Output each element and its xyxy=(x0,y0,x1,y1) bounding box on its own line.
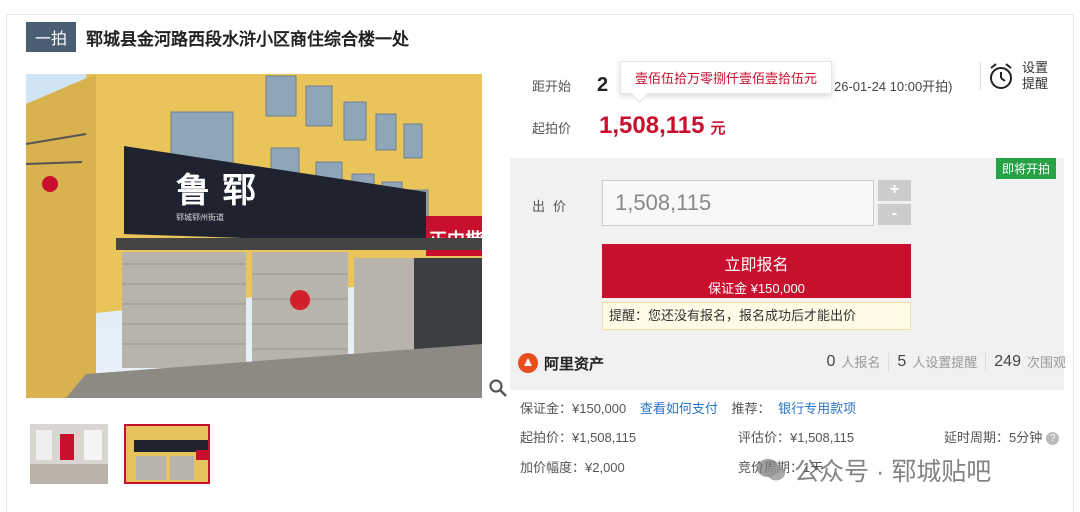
alarm-clock-icon xyxy=(990,63,1012,89)
views-count: 249 xyxy=(994,352,1021,370)
thumbnail-storefront-selected[interactable] xyxy=(124,424,210,484)
detail-delay-row: 延时周期：5分钟? xyxy=(944,427,1060,446)
start-price-row: 起拍价 1,508,115 元 xyxy=(532,112,725,140)
deposit-text: 保证金：¥150,000 xyxy=(520,401,627,416)
register-button-deposit: 保证金 ¥150,000 xyxy=(708,281,805,296)
how-to-pay-link[interactable]: 查看如何支付 xyxy=(640,401,718,416)
price-in-words-tooltip: 壹佰伍拾万零捌仟壹佰壹拾伍元 xyxy=(620,61,833,94)
detail-start-price: 起拍价：¥1,508,115 xyxy=(520,430,637,445)
reminders-count: 5 xyxy=(897,352,907,370)
decrease-bid-button[interactable]: - xyxy=(878,204,911,225)
ali-assets-brand: 阿里资产 xyxy=(544,355,605,373)
thumbnail-interior[interactable] xyxy=(30,424,108,484)
deposit-row: 保证金：¥150,000 查看如何支付 推荐： 银行专用款项 xyxy=(520,398,856,417)
reminder-label-line2: 提醒 xyxy=(1022,76,1049,91)
countdown-label: 距开始 xyxy=(532,79,572,94)
registrants-label: 人报名 xyxy=(841,355,881,370)
views-label: 次围观 xyxy=(1026,355,1066,370)
watermark-text: 公众号 · 郓城贴吧 xyxy=(794,458,992,486)
reminder-label-line1: 设置 xyxy=(1022,60,1049,75)
ali-assets-bar: 阿里资产 0 人报名 5 人设置提醒 249 次围观 xyxy=(518,346,1066,380)
set-reminder-button[interactable]: 设置 提醒 xyxy=(988,60,1050,92)
bank-account-link[interactable]: 银行专用款项 xyxy=(778,401,856,416)
start-time-text: 26-01-24 10:00开拍) xyxy=(834,79,953,94)
increase-bid-button[interactable]: + xyxy=(878,180,911,201)
recommend-label: 推荐： xyxy=(731,401,771,416)
countdown-row: 距开始 2 xyxy=(532,74,608,97)
register-now-button[interactable]: 立即报名 保证金 ¥150,000 xyxy=(602,244,911,298)
reminder-label: 设置 提醒 xyxy=(1022,60,1050,92)
registrants-count: 0 xyxy=(826,352,836,370)
divider xyxy=(985,352,987,371)
help-icon[interactable]: ? xyxy=(1046,432,1060,446)
start-price-label: 起拍价 xyxy=(532,121,572,136)
registration-hint: 提醒：您还没有报名，报名成功后才能出价 xyxy=(602,302,911,330)
sign-main-text: 鲁 郓 xyxy=(176,171,256,211)
reminders-label: 人设置提醒 xyxy=(912,355,978,370)
start-price-unit: 元 xyxy=(710,120,726,137)
status-badge: 即将开拍 xyxy=(995,158,1056,179)
bid-label: 出价 xyxy=(532,199,575,214)
bid-amount-input[interactable]: 1,508,115 xyxy=(602,180,874,226)
sign-sub-text: 郓城郓州街道 xyxy=(176,212,224,222)
ali-assets-logo-icon xyxy=(518,353,538,373)
register-button-label: 立即报名 xyxy=(724,257,789,274)
wechat-icon xyxy=(757,459,785,481)
divider xyxy=(980,62,981,90)
detail-increment: 加价幅度：¥2,000 xyxy=(520,460,625,475)
zoom-magnifier-icon[interactable] xyxy=(488,378,508,398)
auction-stats: 0 人报名 5 人设置提醒 249 次围观 xyxy=(826,352,1066,371)
countdown-value: 2 xyxy=(597,74,609,96)
auction-info: 距开始 2 26-01-24 10:00开拍) 壹佰伍拾万零捌仟壹佰壹拾伍元 设… xyxy=(510,52,1070,156)
auction-round-tag: 一拍 xyxy=(26,22,77,52)
start-price-value: 1,508,115 xyxy=(599,112,705,139)
detail-delay: 延时周期：5分钟 xyxy=(944,430,1043,445)
page-title: 郓城县金河路西段水浒小区商住综合楼一处 xyxy=(86,29,410,49)
wechat-watermark: 公众号 · 郓城贴吧 xyxy=(756,452,991,488)
detail-eval-price: 评估价：¥1,508,115 xyxy=(738,430,855,445)
main-property-image[interactable]: 鲁 郓 郓城郓州街道 正中楷 xyxy=(26,74,482,398)
title-row: 一拍 郓城县金河路西段水浒小区商住综合楼一处 xyxy=(26,22,410,52)
divider xyxy=(888,352,890,371)
